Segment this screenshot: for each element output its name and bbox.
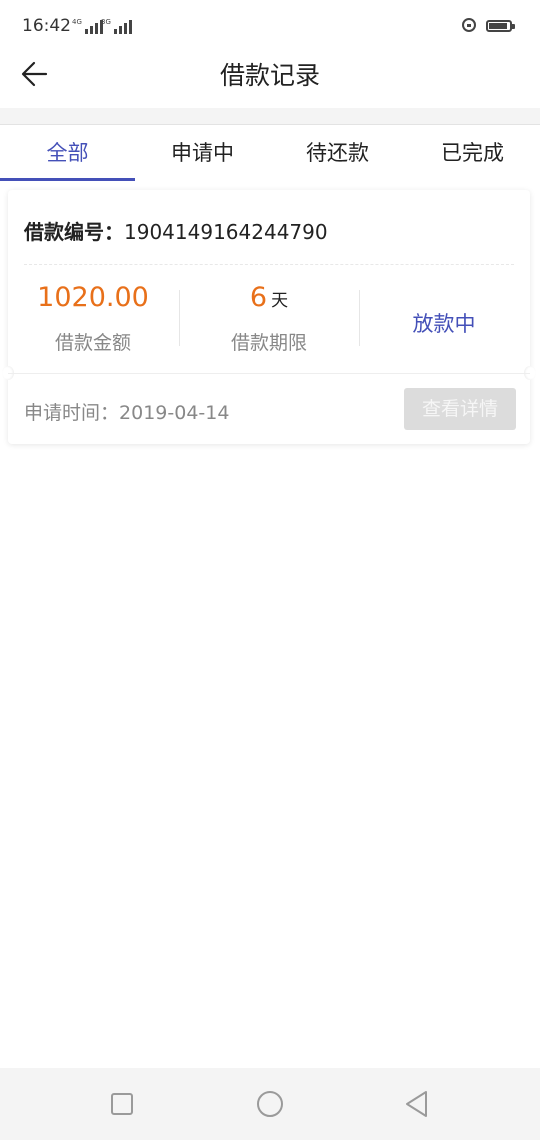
loan-amount-label: 借款金额 xyxy=(54,332,131,354)
system-nav-bar xyxy=(0,1068,540,1140)
page-title: 借款记录 xyxy=(219,61,320,90)
status-bar: 16:42 4G 3G xyxy=(0,0,540,52)
loan-status: 放款中 xyxy=(412,312,476,336)
tab-all[interactable]: 全部 xyxy=(0,125,135,181)
apply-time-label: 申请时间： xyxy=(24,402,120,424)
tab-pending-repayment[interactable]: 待还款 xyxy=(270,125,405,181)
loan-number: 借款编号：1904149164244790 xyxy=(24,216,328,245)
header: 借款记录 xyxy=(0,52,540,108)
signal-icon: 4G xyxy=(72,18,103,34)
loan-term-value: 6 xyxy=(249,282,268,313)
status-time: 16:42 xyxy=(22,16,71,36)
recent-apps-button[interactable] xyxy=(102,1084,142,1124)
back-nav-button[interactable] xyxy=(397,1084,437,1124)
apply-time: 申请时间：2019-04-14 xyxy=(24,398,229,425)
lock-rotation-icon xyxy=(462,18,476,32)
stat-divider xyxy=(179,290,180,346)
tab-applying[interactable]: 申请中 xyxy=(135,125,270,181)
triangle-back-icon xyxy=(406,1091,427,1117)
tab-bar: 全部 申请中 待还款 已完成 xyxy=(0,125,540,181)
circle-home-icon xyxy=(257,1091,283,1117)
loan-term: 6天 借款期限 xyxy=(184,282,354,355)
loan-number-value: 1904149164244790 xyxy=(124,220,328,244)
loan-number-label: 借款编号： xyxy=(24,220,124,244)
square-recent-icon xyxy=(111,1093,133,1115)
card-divider xyxy=(24,264,514,265)
loan-amount-value: 1020.00 xyxy=(37,282,149,313)
loan-term-label: 借款期限 xyxy=(230,332,307,354)
signal-icon: 3G xyxy=(101,18,132,34)
header-divider xyxy=(0,108,540,125)
home-button[interactable] xyxy=(250,1084,290,1124)
battery-icon xyxy=(486,20,515,32)
view-details-button[interactable]: 查看详情 xyxy=(404,388,516,430)
apply-time-value: 2019-04-14 xyxy=(119,402,230,424)
loan-amount: 1020.00 借款金额 xyxy=(8,282,178,355)
tab-completed[interactable]: 已完成 xyxy=(405,125,540,181)
card-separator xyxy=(8,373,530,374)
loan-term-unit: 天 xyxy=(271,291,289,311)
loan-record-card[interactable]: 借款编号：1904149164244790 1020.00 借款金额 6天 借款… xyxy=(2,190,536,444)
